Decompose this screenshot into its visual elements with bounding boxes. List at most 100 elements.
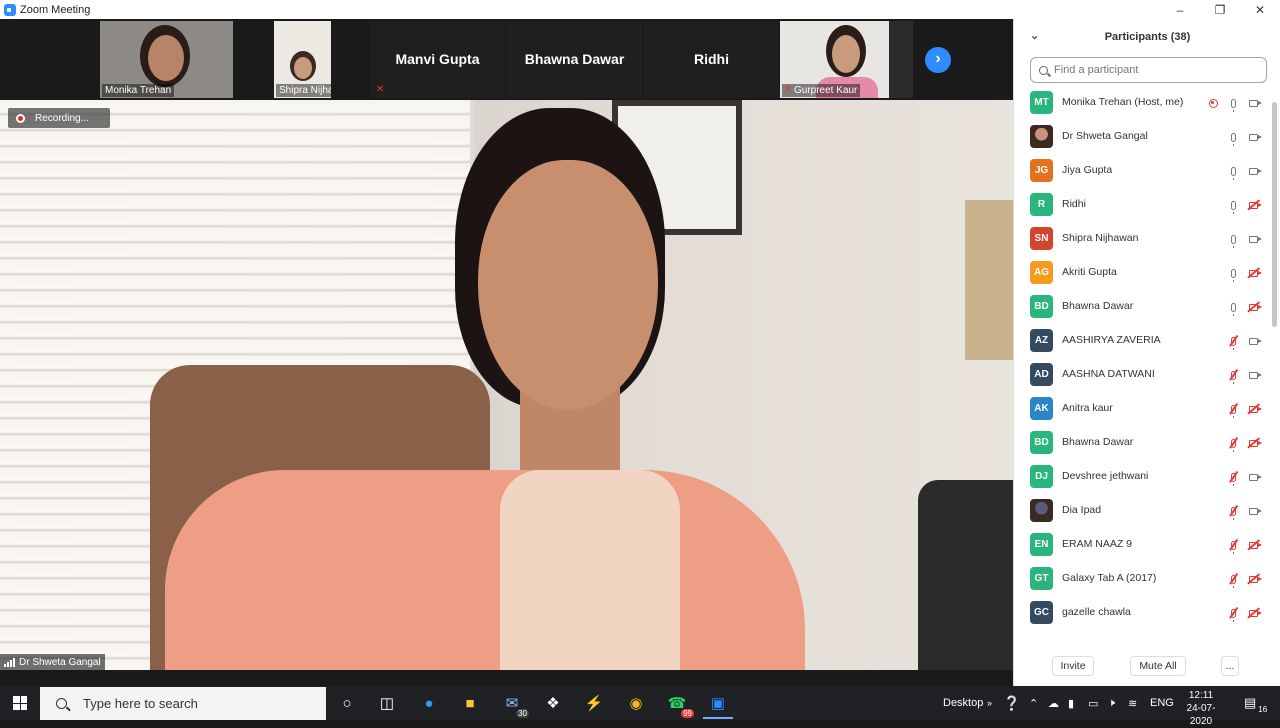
microphone-icon[interactable]	[1226, 198, 1240, 214]
windows-logo-icon	[13, 696, 27, 710]
onedrive-icon[interactable]: ☁	[1048, 686, 1059, 720]
camera-off-icon[interactable]	[1246, 572, 1260, 586]
participant-row[interactable]: GC gazelle chawla	[1014, 596, 1271, 630]
participant-row[interactable]: MT Monika Trehan (Host, me)	[1014, 86, 1271, 120]
help-icon[interactable]: ❔	[1003, 686, 1020, 720]
camera-icon[interactable]	[1246, 130, 1260, 144]
task-view-icon[interactable]: ◫	[376, 692, 398, 714]
camera-off-icon[interactable]	[1246, 538, 1260, 552]
mic-muted-icon[interactable]	[1226, 504, 1240, 520]
microphone-icon[interactable]	[1226, 300, 1240, 316]
participant-row[interactable]: Dr Shweta Gangal	[1014, 120, 1271, 154]
participant-row[interactable]: AG Akriti Gupta	[1014, 256, 1271, 290]
recording-icon	[1206, 96, 1220, 110]
avatar: GT	[1030, 567, 1053, 590]
participant-row[interactable]: BD Bhawna Dawar	[1014, 290, 1271, 324]
mail-icon[interactable]: ✉ 30	[501, 692, 529, 718]
participant-search-input[interactable]: Find a participant	[1030, 57, 1267, 83]
camera-icon[interactable]	[1246, 368, 1260, 382]
window-titlebar: Zoom Meeting – ❐ ✕	[0, 0, 1280, 19]
taskbar-search-box[interactable]: Type here to search	[40, 687, 326, 720]
video-tile-shipra[interactable]: Shipra Nijhawan	[274, 21, 331, 98]
chrome-icon[interactable]: ◉	[625, 692, 647, 714]
camera-off-icon[interactable]	[1246, 436, 1260, 450]
mic-muted-icon[interactable]	[1226, 436, 1240, 452]
participant-row[interactable]: EN ERAM NAAZ 9	[1014, 528, 1271, 562]
chevron-down-icon[interactable]: ⌄	[1030, 29, 1039, 42]
speaker-face	[478, 160, 658, 410]
participant-list-scrollbar[interactable]	[1271, 86, 1277, 641]
minimize-button[interactable]: –	[1160, 0, 1200, 19]
mic-muted-icon[interactable]	[1226, 538, 1240, 554]
participant-row[interactable]: R Ridhi	[1014, 188, 1271, 222]
participant-row[interactable]: JG Jiya Gupta	[1014, 154, 1271, 188]
camera-icon[interactable]	[1246, 334, 1260, 348]
notifications-icon[interactable]: ▤ 16	[1244, 686, 1269, 720]
desktop-toolbar-label[interactable]: Desktop	[943, 686, 983, 720]
close-button[interactable]: ✕	[1240, 0, 1280, 19]
camera-off-icon[interactable]	[1246, 266, 1260, 280]
camera-off-icon[interactable]	[1246, 402, 1260, 416]
video-tile-bhawna[interactable]: Bhawna Dawar	[507, 21, 642, 98]
recording-indicator[interactable]: Recording...	[8, 108, 110, 128]
show-hidden-icons[interactable]: ⌃	[1029, 686, 1038, 720]
whatsapp-icon[interactable]: ☎ 99	[666, 692, 694, 718]
tile-name: Shipra Nijhawan	[276, 84, 331, 97]
file-explorer-icon[interactable]: ■	[459, 692, 481, 714]
microphone-icon[interactable]	[1226, 130, 1240, 146]
system-clock[interactable]: 12:11 24-07-2020	[1178, 689, 1224, 728]
participant-row[interactable]: BD Bhawna Dawar	[1014, 426, 1271, 460]
dropbox-icon[interactable]: ❖	[542, 692, 564, 714]
next-page-button[interactable]: ›	[925, 47, 951, 73]
mic-muted-icon[interactable]	[1226, 572, 1240, 588]
chevron-right-icon[interactable]: »	[987, 686, 992, 720]
video-tile-monika[interactable]: Monika Trehan	[100, 21, 233, 98]
mail-badge: 30	[516, 709, 529, 718]
participant-name: Dia Ipad	[1062, 504, 1102, 516]
microphone-icon[interactable]	[1226, 232, 1240, 248]
camera-icon[interactable]	[1246, 470, 1260, 484]
participant-row[interactable]: DJ Devshree jethwani	[1014, 460, 1271, 494]
language-indicator[interactable]: ENG	[1150, 686, 1174, 720]
microphone-icon[interactable]	[1226, 266, 1240, 282]
wifi-icon[interactable]: ≋	[1128, 686, 1137, 720]
mic-muted-icon[interactable]	[1226, 334, 1240, 350]
mic-muted-icon[interactable]	[1226, 402, 1240, 418]
participant-row[interactable]: SN Shipra Nijhawan	[1014, 222, 1271, 256]
microphone-icon[interactable]	[1226, 96, 1240, 112]
maximize-button[interactable]: ❐	[1200, 0, 1240, 19]
camera-off-icon[interactable]	[1246, 300, 1260, 314]
edge-browser-icon[interactable]: ●	[418, 692, 440, 714]
video-tile-gurpreet[interactable]: Gurpreet Kaur ✕	[780, 21, 913, 98]
muted-mic-icon: ✕	[376, 84, 385, 95]
participant-row[interactable]: AK Anitra kaur	[1014, 392, 1271, 426]
more-options-button[interactable]: ...	[1221, 656, 1239, 676]
camera-icon[interactable]	[1246, 96, 1260, 110]
participant-row[interactable]: AZ AASHIRYA ZAVERIA	[1014, 324, 1271, 358]
mute-all-button[interactable]: Mute All	[1130, 656, 1186, 676]
participant-row[interactable]: AD AASHNA DATWANI	[1014, 358, 1271, 392]
zoom-taskbar-icon[interactable]: ▣	[703, 692, 733, 719]
mic-muted-icon[interactable]	[1226, 470, 1240, 486]
microphone-tray-icon[interactable]: ▮	[1068, 686, 1074, 720]
volume-icon[interactable]: 🕨	[1108, 686, 1115, 720]
lightning-app-icon[interactable]: ⚡	[583, 692, 605, 714]
video-tile-ridhi[interactable]: Ridhi	[644, 21, 779, 98]
battery-icon[interactable]: ▭	[1088, 686, 1098, 720]
invite-button[interactable]: Invite	[1052, 656, 1094, 676]
camera-icon[interactable]	[1246, 232, 1260, 246]
video-tile-manvi[interactable]: Manvi Gupta ✕	[370, 21, 505, 98]
camera-icon[interactable]	[1246, 164, 1260, 178]
mic-muted-icon[interactable]	[1226, 368, 1240, 384]
camera-off-icon[interactable]	[1246, 198, 1260, 212]
camera-icon[interactable]	[1246, 504, 1260, 518]
window-controls: – ❐ ✕	[1160, 0, 1280, 19]
avatar: BD	[1030, 295, 1053, 318]
microphone-icon[interactable]	[1226, 164, 1240, 180]
participant-row[interactable]: GT Galaxy Tab A (2017)	[1014, 562, 1271, 596]
participant-row[interactable]: Dia Ipad	[1014, 494, 1271, 528]
cortana-icon[interactable]: ○	[336, 692, 358, 714]
mic-muted-icon[interactable]	[1226, 606, 1240, 622]
start-button[interactable]	[0, 686, 40, 720]
camera-off-icon[interactable]	[1246, 606, 1260, 620]
